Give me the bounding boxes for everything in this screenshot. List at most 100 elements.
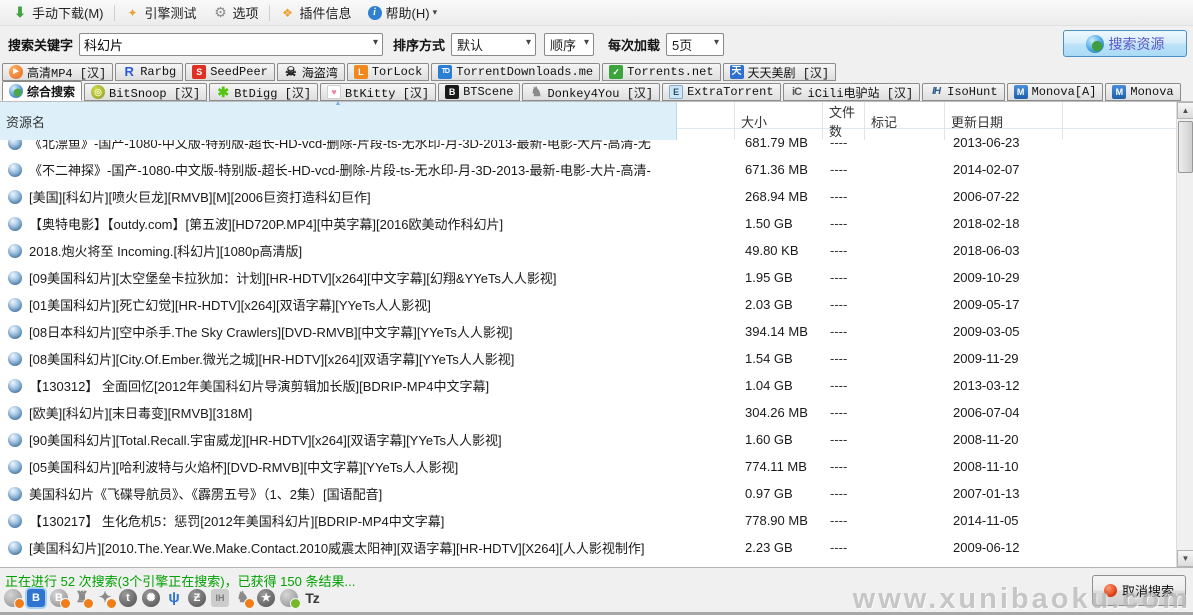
search-status-text: 正在进行 52 次搜索(3个引擎正在搜索)，已获得 150 条结果... <box>5 571 355 590</box>
engine-tab[interactable]: L TorLock <box>347 63 429 81</box>
menu-item[interactable]: ❖ 插件信息 <box>272 1 360 25</box>
engine-status-icon[interactable]: ψ <box>165 589 183 607</box>
engine-tab[interactable]: iC iCili电驴站 [汉] <box>783 83 921 101</box>
engine-tab[interactable]: TD TorrentDownloads.me <box>431 63 600 81</box>
menu-item[interactable]: i 帮助(H) <box>360 1 446 25</box>
column-header-label: 资源名 <box>6 112 45 131</box>
engine-tab[interactable]: ☠ 海盗湾 <box>277 63 345 81</box>
engine-tab-label: BitSnoop [汉] <box>109 84 200 101</box>
column-header-date[interactable]: 更新日期 <box>945 102 1063 140</box>
cancel-search-button[interactable]: 取消搜索 <box>1092 575 1186 606</box>
engine-status-icon[interactable]: t <box>119 589 137 607</box>
engine-status-icon[interactable]: ✦ <box>96 589 114 607</box>
date-cell: 2006-07-04 <box>945 399 1063 426</box>
result-row[interactable]: [90美国科幻片][Total.Recall.宇宙威龙][HR-HDTV][x2… <box>0 426 1176 453</box>
result-row[interactable]: [美国][科幻片][喷火巨龙][RMVB][M][2006巨资打造科幻巨作] 2… <box>0 183 1176 210</box>
engine-tab[interactable]: E ExtraTorrent <box>662 83 780 101</box>
load-select[interactable]: 5页 <box>666 33 724 56</box>
engine-status-icon[interactable]: ♞ <box>234 589 252 607</box>
column-header-rest[interactable] <box>1063 102 1176 140</box>
files-cell: ---- <box>823 480 865 507</box>
engine-tab[interactable]: R Rarbg <box>115 63 183 81</box>
engine-tab-icon: M <box>1014 85 1028 99</box>
result-row[interactable]: 【130312】 全面回忆[2012年美国科幻片导演剪辑加长版][BDRIP-M… <box>0 372 1176 399</box>
date-cell: 2014-02-07 <box>945 156 1063 183</box>
column-header-files[interactable]: 文件数 <box>823 102 865 140</box>
engine-tab[interactable]: 天 天天美剧 [汉] <box>723 63 837 81</box>
column-header-size[interactable]: 大小 <box>735 102 823 140</box>
engine-tab[interactable]: 综合搜索 <box>2 81 82 101</box>
result-row[interactable]: [欧美][科幻片][末日毒变][RMVB][318M] 304.26 MB --… <box>0 399 1176 426</box>
menu-item[interactable]: ⚙ 选项 <box>205 1 267 25</box>
result-row[interactable]: 2018.炮火将至 Incoming.[科幻片][1080p高清版] 49.80… <box>0 237 1176 264</box>
column-header-mark[interactable]: 标记 <box>865 102 945 140</box>
files-cell: ---- <box>823 345 865 372</box>
result-row[interactable]: 【130217】 生化危机5：惩罚[2012年美国科幻片][BDRIP-MP4中… <box>0 507 1176 534</box>
scroll-up-button[interactable]: ▲ <box>1177 102 1193 119</box>
menu-icon: ⚙ <box>213 5 229 21</box>
engine-tab[interactable]: M Monova[A] <box>1007 83 1104 101</box>
engine-tab-label: IsoHunt <box>947 85 997 99</box>
rest-cell <box>1063 183 1176 210</box>
engine-tab[interactable]: ✓ Torrents.net <box>602 63 720 81</box>
torrent-globe-icon <box>8 190 22 204</box>
search-resources-button[interactable]: 搜索资源 <box>1063 30 1187 57</box>
result-row[interactable]: 【奥特电影】【outdy.com】[第五波][HD720P.MP4][中英字幕]… <box>0 210 1176 237</box>
engine-tab[interactable]: ▶ 高清MP4 [汉] <box>2 63 113 81</box>
column-header-name[interactable]: 资源名 <box>0 102 677 140</box>
engine-tab[interactable]: ◎ BitSnoop [汉] <box>84 83 207 101</box>
engine-tab[interactable]: B BTScene <box>438 83 520 101</box>
engine-tab-label: 天天美剧 [汉] <box>748 64 830 81</box>
resource-name: [01美国科幻片][死亡幻觉][HR-HDTV][x264][双语字幕][YYe… <box>29 295 431 314</box>
engine-status-icon[interactable]: ★ <box>257 589 275 607</box>
load-value: 5页 <box>667 35 712 54</box>
engine-status-icon[interactable]: B <box>50 589 68 607</box>
rest-cell <box>1063 210 1176 237</box>
mark-cell <box>865 372 945 399</box>
result-row[interactable]: 美国科幻片《飞碟导航员》、《霹雳五号》（1、2集）[国语配音] 0.97 GB … <box>0 480 1176 507</box>
order-select[interactable]: 顺序 <box>544 33 594 56</box>
result-row[interactable]: [美国科幻片][2010.The.Year.We.Make.Contact.20… <box>0 534 1176 561</box>
resource-name: [08日本科幻片][空中杀手.The Sky Crawlers][DVD-RMV… <box>29 322 512 341</box>
result-row[interactable]: [05美国科幻片][哈利波特与火焰杯][DVD-RMVB][中文字幕][YYeT… <box>0 453 1176 480</box>
engine-status-icon[interactable]: ✺ <box>142 589 160 607</box>
engine-status-icon[interactable]: Tz <box>303 589 321 607</box>
result-row[interactable]: [08日本科幻片][空中杀手.The Sky Crawlers][DVD-RMV… <box>0 318 1176 345</box>
engine-status-icon[interactable]: Ƶ <box>188 589 206 607</box>
engine-tab[interactable]: S SeedPeer <box>185 63 275 81</box>
result-row[interactable]: 《不二神探》-国产-1080-中文版-特别版-超长-HD-vcd-删除-片段-t… <box>0 156 1176 183</box>
menu-item[interactable]: ✦ 引擎测试 <box>117 1 205 25</box>
torrent-globe-icon <box>8 298 22 312</box>
vertical-scrollbar[interactable]: ▲ ▼ <box>1176 102 1193 567</box>
date-cell: 2007-01-13 <box>945 480 1063 507</box>
engine-tab-label: 高清MP4 [汉] <box>27 64 106 81</box>
menu-item[interactable] <box>114 5 115 21</box>
mark-cell <box>865 480 945 507</box>
engine-status-icon[interactable]: B <box>27 589 45 607</box>
engine-tab[interactable]: M Monova <box>1105 83 1180 101</box>
engine-status-icon[interactable]: ♜ <box>73 589 91 607</box>
torrent-globe-icon <box>8 271 22 285</box>
result-row[interactable]: [09美国科幻片][太空堡垒卡拉狄加：计划][HR-HDTV][x264][中文… <box>0 264 1176 291</box>
engine-tab[interactable]: ✱ BtDigg [汉] <box>209 83 318 101</box>
scroll-down-button[interactable]: ▼ <box>1177 550 1193 567</box>
files-cell: ---- <box>823 318 865 345</box>
search-keyword-input[interactable] <box>80 34 382 55</box>
column-header-spacer[interactable] <box>677 102 735 140</box>
engine-tab[interactable]: ♞ Donkey4You [汉] <box>522 83 660 101</box>
result-row[interactable]: [01美国科幻片][死亡幻觉][HR-HDTV][x264][双语字幕][YYe… <box>0 291 1176 318</box>
engine-tab-icon: ✓ <box>609 65 623 79</box>
result-row[interactable]: [08美国科幻片][City.Of.Ember.微光之城][HR-HDTV][x… <box>0 345 1176 372</box>
size-cell: 1.54 GB <box>735 345 823 372</box>
sort-select[interactable]: 默认 <box>451 33 536 56</box>
keyword-combobox[interactable] <box>79 33 383 56</box>
menu-item[interactable]: ⬇ 手动下载(M) <box>4 1 112 25</box>
mark-cell <box>865 426 945 453</box>
scrollbar-thumb[interactable] <box>1178 121 1193 173</box>
menu-item[interactable] <box>269 5 270 21</box>
engine-status-icon[interactable] <box>280 589 298 607</box>
engine-status-icon[interactable]: IH <box>211 589 229 607</box>
engine-tab[interactable]: ♥ BtKitty [汉] <box>320 83 436 101</box>
engine-status-icon[interactable] <box>4 589 22 607</box>
engine-tab[interactable]: IH IsoHunt <box>922 83 1004 101</box>
